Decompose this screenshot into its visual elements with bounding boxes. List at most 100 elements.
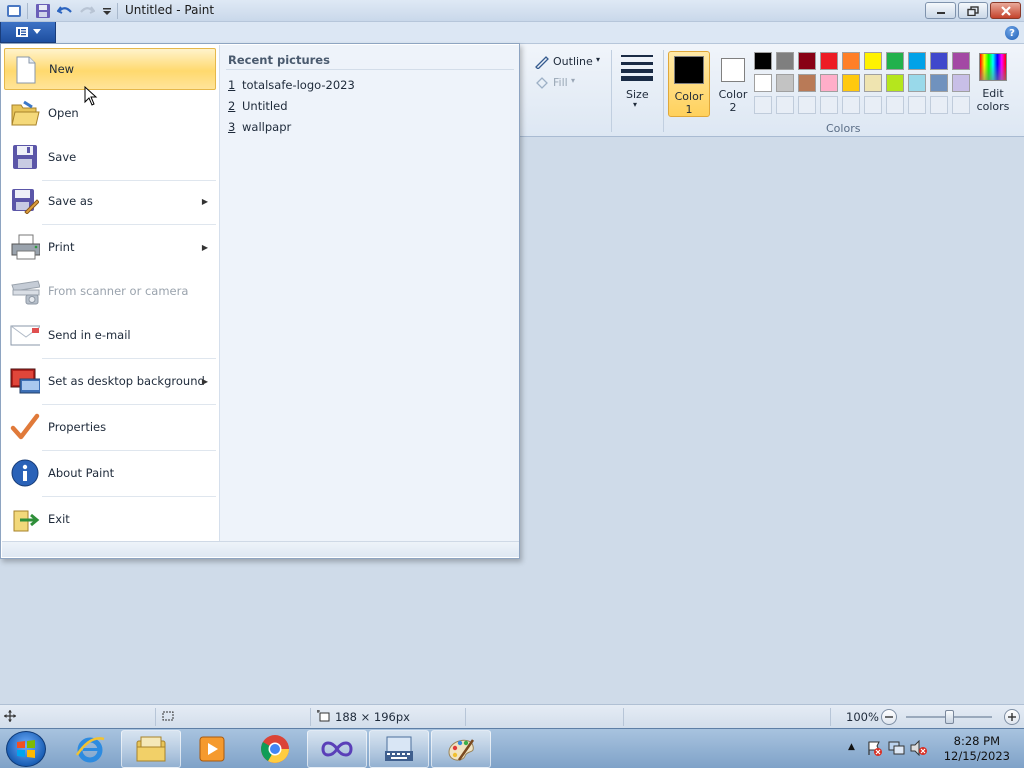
taskbar-file-explorer[interactable]	[121, 730, 181, 768]
palette-swatch[interactable]	[798, 52, 816, 70]
palette-swatch[interactable]	[952, 52, 970, 70]
menu-item-exit[interactable]: Exit	[4, 498, 216, 540]
taskbar-on-screen-keyboard[interactable]	[369, 730, 429, 768]
recent-item[interactable]: 3 wallpapr	[228, 120, 291, 134]
taskbar-internet-explorer[interactable]	[60, 730, 120, 768]
size-lines-icon[interactable]	[620, 52, 654, 82]
custom-color-slot[interactable]	[930, 96, 948, 114]
palette-swatch[interactable]	[842, 52, 860, 70]
color2-selector[interactable]: Color 2	[712, 51, 754, 117]
title-bar: Untitled - Paint	[0, 0, 1024, 22]
customize-qat-icon[interactable]	[99, 3, 115, 19]
zoom-slider-thumb[interactable]	[945, 710, 954, 724]
palette-swatch[interactable]	[820, 74, 838, 92]
show-hidden-icons-icon[interactable]: ▲	[848, 742, 855, 752]
palette-swatch[interactable]	[886, 52, 904, 70]
taskbar-infinity-app[interactable]	[307, 730, 367, 768]
palette-swatch[interactable]	[798, 74, 816, 92]
outline-icon	[534, 55, 550, 72]
custom-color-slot[interactable]	[908, 96, 926, 114]
scanner-icon	[10, 277, 40, 305]
close-button[interactable]	[990, 2, 1021, 19]
minimize-button[interactable]	[925, 2, 956, 19]
file-menu-icon	[16, 27, 28, 37]
taskbar-media-player[interactable]	[182, 730, 242, 768]
custom-color-slot[interactable]	[952, 96, 970, 114]
submenu-arrow-icon: ▶	[201, 242, 208, 252]
fill-dropdown-icon[interactable]: ▾	[571, 76, 575, 85]
edit-colors-label: Edit	[982, 87, 1004, 100]
palette-swatch[interactable]	[930, 74, 948, 92]
palette-swatch[interactable]	[820, 52, 838, 70]
palette-swatch[interactable]	[930, 52, 948, 70]
menu-separator	[42, 224, 216, 225]
menu-item-print[interactable]: Print ▶	[4, 226, 216, 268]
custom-color-slot[interactable]	[820, 96, 838, 114]
recent-item-number: 1	[228, 78, 236, 92]
palette-swatch[interactable]	[776, 74, 794, 92]
redo-icon[interactable]	[79, 3, 95, 19]
custom-color-slot[interactable]	[798, 96, 816, 114]
palette-swatch[interactable]	[754, 74, 772, 92]
palette-swatch[interactable]	[864, 52, 882, 70]
custom-color-slot[interactable]	[886, 96, 904, 114]
help-icon[interactable]: ?	[1005, 26, 1019, 40]
palette-swatch[interactable]	[842, 74, 860, 92]
zoom-in-button[interactable]	[1004, 709, 1020, 725]
selection-size-icon	[161, 710, 175, 725]
menu-item-new[interactable]: New	[4, 48, 216, 90]
custom-color-slot[interactable]	[776, 96, 794, 114]
start-button[interactable]	[6, 731, 46, 767]
ribbon-separator	[663, 50, 664, 132]
menu-item-open[interactable]: Open	[4, 92, 216, 134]
menu-item-from-scanner[interactable]: From scanner or camera	[4, 270, 216, 312]
quick-save-icon[interactable]	[35, 3, 51, 19]
menu-item-save[interactable]: Save	[4, 136, 216, 178]
restore-button[interactable]	[958, 2, 988, 19]
taskbar-chrome[interactable]	[245, 730, 305, 768]
system-tray: ▲ 8:28 PM 12/15/2023	[834, 729, 1024, 768]
taskbar-paint[interactable]	[431, 730, 491, 768]
palette-swatch[interactable]	[864, 74, 882, 92]
recent-item[interactable]: 1 totalsafe-logo-2023	[228, 78, 355, 92]
menu-item-set-desktop-background[interactable]: Set as desktop background ▶	[4, 360, 216, 402]
outline-dropdown-icon[interactable]: ▾	[596, 55, 600, 64]
action-center-flag-icon[interactable]	[866, 740, 882, 759]
custom-color-slot[interactable]	[864, 96, 882, 114]
recent-item[interactable]: 2 Untitled	[228, 99, 288, 113]
color2-label: Color	[718, 88, 748, 101]
zoom-out-button[interactable]	[881, 709, 897, 725]
color1-selector[interactable]: Color 1	[668, 51, 710, 117]
menu-item-send-email[interactable]: Send in e-mail	[4, 314, 216, 356]
outline-button[interactable]: Outline	[553, 55, 593, 68]
paint-app-icon[interactable]	[6, 3, 22, 19]
menu-item-about-paint[interactable]: About Paint	[4, 452, 216, 494]
menu-item-label: Properties	[48, 420, 107, 434]
status-separator	[310, 708, 311, 726]
palette-swatch[interactable]	[908, 74, 926, 92]
palette-swatch[interactable]	[952, 74, 970, 92]
volume-muted-icon[interactable]	[910, 739, 928, 759]
custom-color-slot[interactable]	[754, 96, 772, 114]
open-folder-icon	[10, 99, 40, 127]
recent-item-name: wallpapr	[242, 120, 292, 134]
network-icon[interactable]	[888, 740, 906, 759]
clock[interactable]: 8:28 PM 12/15/2023	[944, 734, 1010, 764]
fill-button[interactable]: Fill	[553, 76, 568, 89]
undo-icon[interactable]	[57, 3, 73, 19]
internet-explorer-icon	[75, 737, 105, 763]
recent-pictures-panel: Recent pictures 1 totalsafe-logo-2023 2 Un…	[219, 45, 519, 541]
menu-separator	[42, 450, 216, 451]
palette-swatch[interactable]	[908, 52, 926, 70]
palette-swatch[interactable]	[776, 52, 794, 70]
palette-swatch[interactable]	[886, 74, 904, 92]
custom-color-slot[interactable]	[842, 96, 860, 114]
recent-item-name: Untitled	[242, 99, 288, 113]
size-dropdown-icon[interactable]: ▾	[633, 100, 637, 109]
menu-item-save-as[interactable]: Save as ▶	[4, 180, 216, 222]
edit-colors-button[interactable]: Edit colors	[976, 51, 1010, 113]
menu-item-properties[interactable]: Properties	[4, 406, 216, 448]
size-button[interactable]: Size	[626, 88, 649, 101]
palette-swatch[interactable]	[754, 52, 772, 70]
file-menu-button[interactable]	[0, 22, 56, 43]
